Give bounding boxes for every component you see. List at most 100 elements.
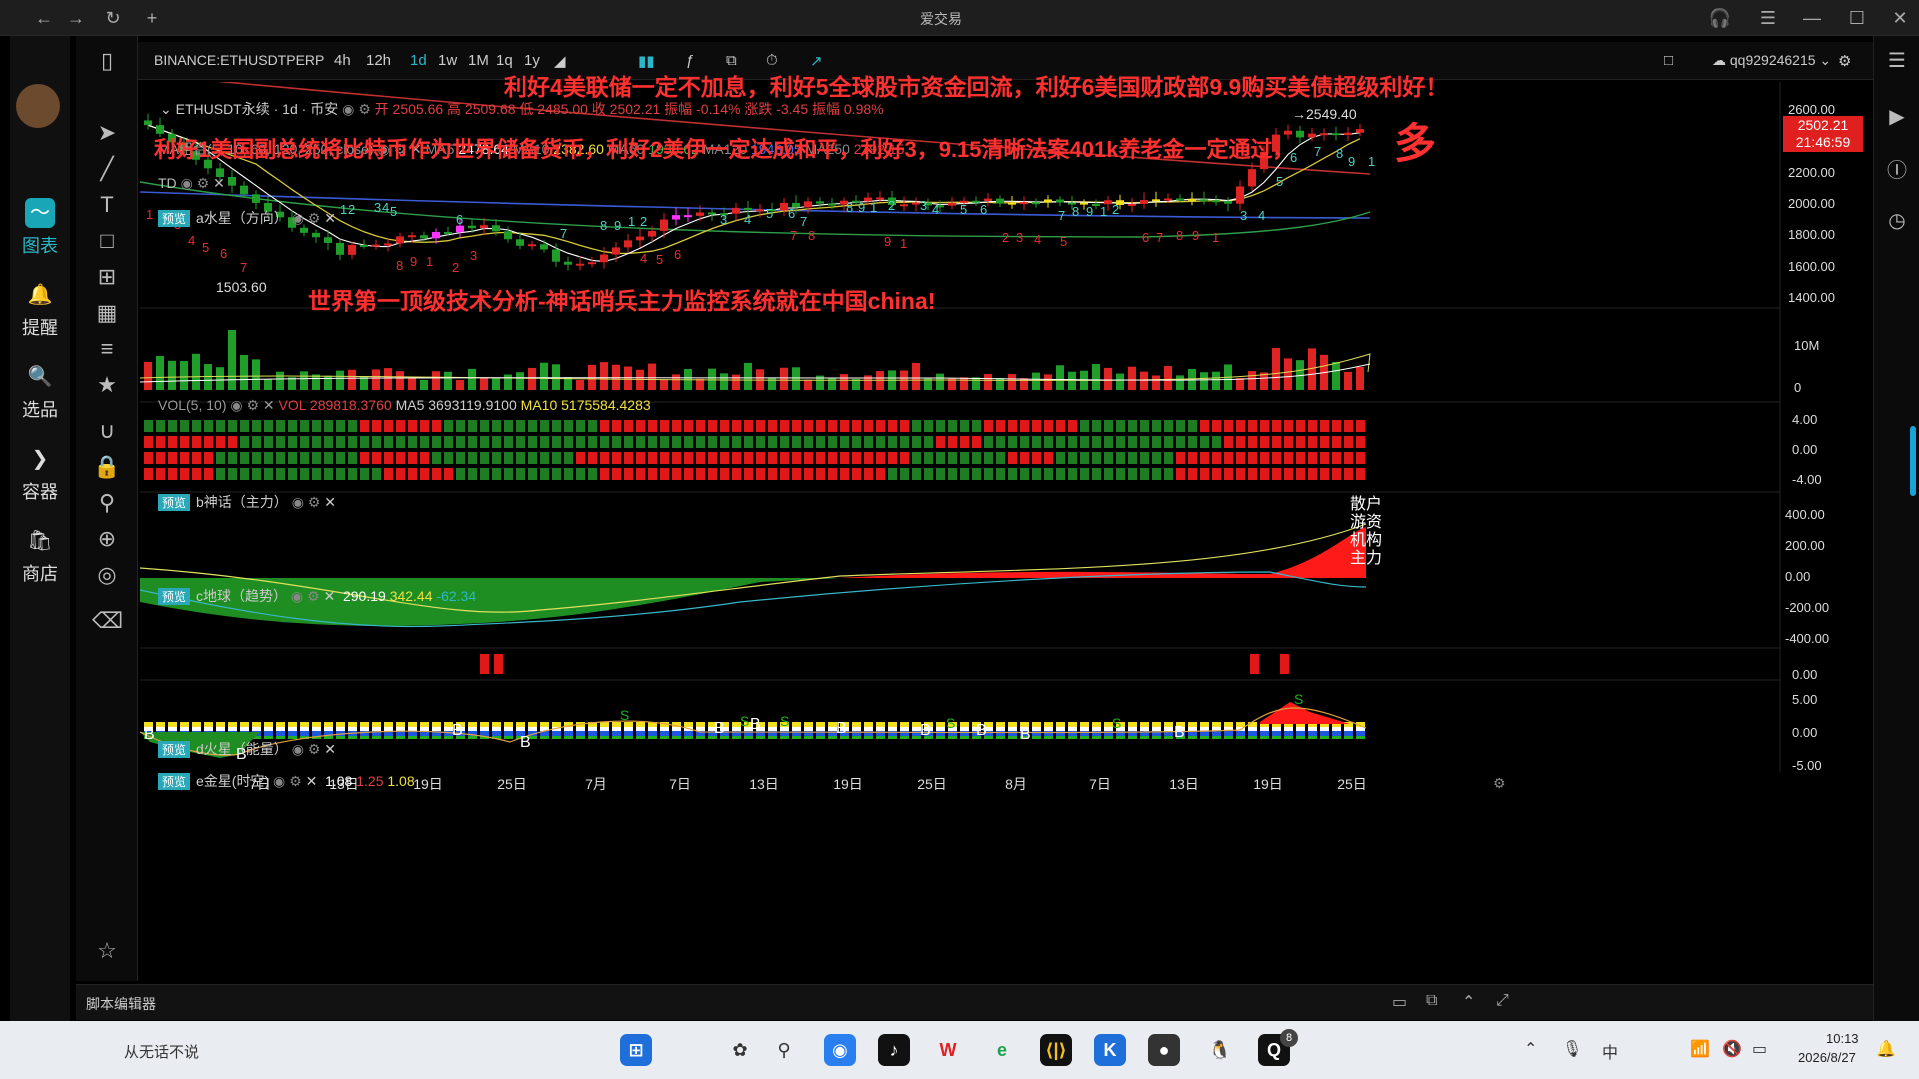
data-window-icon[interactable]: Ⓘ [1882, 156, 1912, 186]
filter-icon[interactable]: ⚲ [92, 488, 122, 518]
b-signal-cell [1164, 436, 1173, 448]
menu-icon[interactable]: ☰ [1756, 6, 1780, 30]
b-signal-cell [396, 420, 405, 432]
lock-icon[interactable]: 🔒 [92, 452, 122, 482]
rail-item-alert[interactable]: 🔔 提醒 [10, 280, 70, 340]
layout-icon[interactable]: ⧉ [726, 52, 737, 69]
app-chat-icon[interactable]: ◉ [824, 1034, 856, 1066]
e-band-cell [816, 736, 825, 739]
interval-1y[interactable]: 1y [524, 52, 540, 69]
obs-icon[interactable]: ● [1148, 1034, 1180, 1066]
battery-icon[interactable]: ▭ [1752, 1039, 1767, 1059]
b-signal-cell [1356, 420, 1365, 432]
k-app-icon[interactable]: K [1094, 1034, 1126, 1066]
interval-12h[interactable]: 12h [366, 52, 391, 69]
panel-toggle-icon[interactable]: ▯ [92, 46, 122, 76]
volume-bar [324, 375, 332, 390]
preview-tag[interactable]: 预览 [158, 773, 191, 790]
browser-icon[interactable]: e [986, 1034, 1018, 1066]
e-band-cell [1008, 731, 1017, 736]
notification-icon[interactable]: 🔔 [1876, 1039, 1896, 1059]
e-band-cell [240, 727, 249, 731]
eraser-icon[interactable]: ⌫ [92, 606, 123, 636]
line-tool-icon[interactable]: ╱ [92, 154, 122, 184]
user-menu[interactable]: ☁ qq929246215 ⌄ [1712, 52, 1831, 69]
symbol-selector[interactable]: BINANCE:ETHUSDTPERP [154, 52, 324, 68]
favorite-icon[interactable]: ☆ [92, 936, 122, 966]
grid-tool-icon[interactable]: ▦ [92, 298, 122, 328]
taskbar-search-text[interactable]: 从无话不说 [124, 1041, 199, 1062]
headset-icon[interactable]: 🎧 [1708, 6, 1732, 30]
tiktok-icon[interactable]: ♪ [878, 1034, 910, 1066]
interval-1w[interactable]: 1w [438, 52, 457, 69]
cursor-icon[interactable]: ➤ [92, 118, 122, 148]
back-icon[interactable]: ← [32, 6, 56, 30]
watchlist-icon[interactable]: ☰ [1882, 46, 1912, 76]
rectangle-tool-icon[interactable]: □ [92, 226, 122, 256]
e-band-cell [360, 736, 369, 739]
clock-date[interactable]: 2026/8/27 [1798, 1050, 1856, 1065]
preview-tag[interactable]: 预览 [158, 494, 191, 511]
wifi-icon[interactable]: 📶 [1690, 1039, 1710, 1059]
preview-tag[interactable]: 预览 [158, 588, 191, 605]
hide-icon[interactable]: ◎ [92, 560, 122, 590]
mic-icon[interactable]: 🎙 [1562, 1039, 1582, 1059]
minimize-icon[interactable]: — [1800, 6, 1824, 30]
interval-1d[interactable]: 1d [410, 52, 427, 69]
widgets-icon[interactable]: ✿ [724, 1034, 756, 1066]
e-band-cell [792, 736, 801, 739]
preview-tag[interactable]: 预览 [158, 210, 191, 227]
e-band-cell [1200, 736, 1209, 739]
maximize-icon[interactable]: ☐ [1845, 6, 1869, 30]
magnet-icon[interactable]: ∪ [92, 416, 122, 446]
b-signal-cell [1308, 436, 1317, 448]
rail-item-container[interactable]: ❯ 容器 [10, 444, 70, 504]
e-band-cell [432, 727, 441, 731]
wps-icon[interactable]: W [932, 1034, 964, 1066]
fullscreen-box-icon[interactable]: □ [1664, 52, 1673, 69]
qq-icon[interactable]: 🐧 [1204, 1034, 1236, 1066]
tray-chevron-icon[interactable]: ⌃ [1524, 1039, 1537, 1059]
indicator-icon[interactable]: ƒ [686, 52, 694, 69]
maximize-panel-icon[interactable]: ⤢ [1496, 992, 1509, 1010]
settings-icon[interactable]: ⚙ [1838, 52, 1851, 70]
popout-icon[interactable]: ⧉ [1426, 992, 1437, 1010]
td-count-label: 4 [640, 251, 647, 266]
ime-icon[interactable]: 中 [1602, 1039, 1618, 1063]
rail-item-store[interactable]: 🛍 商店 [10, 526, 70, 586]
clock-time[interactable]: 10:13 [1826, 1031, 1859, 1046]
e-band-cell [996, 722, 1005, 727]
search-icon[interactable]: ⚲ [768, 1034, 800, 1066]
start-icon[interactable]: ⊞ [620, 1034, 652, 1066]
measure-tool-icon[interactable]: ⊞ [92, 262, 122, 292]
volume-icon[interactable]: 🔇 [1722, 1039, 1742, 1059]
e-band-cell [696, 736, 705, 739]
play-icon[interactable]: ▶ [1882, 102, 1912, 132]
b-signal-cell [276, 420, 285, 432]
chevron-up-icon[interactable]: ⌃ [1462, 992, 1475, 1012]
scrollbar[interactable] [1910, 426, 1916, 496]
candle-body [420, 235, 428, 239]
star-tool-icon[interactable]: ★ [92, 370, 122, 400]
refresh-icon[interactable]: ↻ [101, 6, 125, 30]
interval-4h[interactable]: 4h [334, 52, 351, 69]
interval-1q[interactable]: 1q [496, 52, 513, 69]
trading-app-icon[interactable]: ⟨|⟩ [1040, 1034, 1072, 1066]
preview-tag[interactable]: 预览 [158, 741, 191, 758]
b-signal-cell [468, 420, 477, 432]
forward-icon[interactable]: → [64, 6, 88, 30]
close-icon[interactable]: ✕ [1888, 6, 1912, 30]
script-editor-tab[interactable]: 脚本编辑器 [86, 994, 156, 1014]
rail-item-chart[interactable]: 〜 图表 [10, 198, 70, 258]
fib-tool-icon[interactable]: ≡ [92, 334, 122, 364]
avatar[interactable] [16, 84, 60, 128]
interval-1M[interactable]: 1M [468, 52, 489, 69]
crosshair-icon[interactable]: ⊕ [92, 524, 122, 554]
chart-area[interactable]: 2800.002600.002400.002200.002000.001800.… [140, 74, 1873, 980]
replay-icon[interactable]: ⏱ [766, 52, 778, 69]
rail-item-screener[interactable]: 🔍 选品 [10, 362, 70, 422]
calendar-icon[interactable]: ▭ [1392, 992, 1407, 1012]
new-tab-icon[interactable]: + [140, 6, 164, 30]
clock-icon[interactable]: ◷ [1882, 206, 1912, 236]
text-tool-icon[interactable]: T [92, 190, 122, 220]
